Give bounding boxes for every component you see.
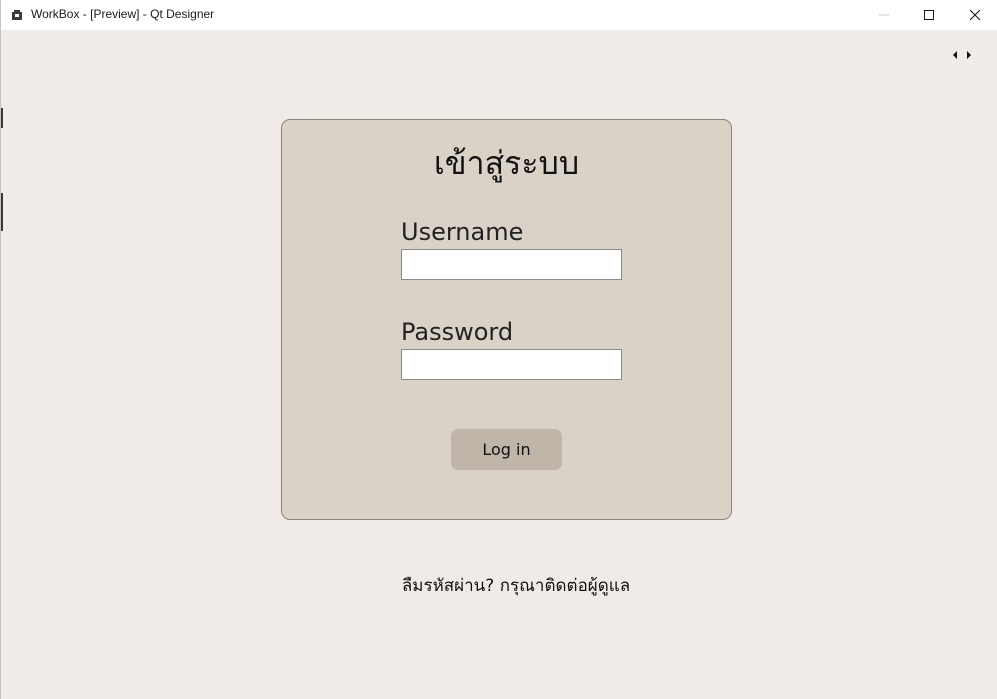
title-bar[interactable]: WorkBox - [Preview] - Qt Designer: [1, 0, 997, 30]
scroll-arrows[interactable]: [951, 50, 975, 62]
window-title: WorkBox - [Preview] - Qt Designer: [31, 7, 215, 21]
login-button[interactable]: Log in: [451, 429, 562, 470]
window-edge-marker: [1, 108, 3, 128]
minimize-button[interactable]: [861, 0, 907, 30]
minimize-icon: [879, 14, 889, 16]
forgot-password-text: ลืมรหัสผ่าน? กรุณาติดต่อผู้ดูแล: [401, 576, 631, 596]
close-icon: [969, 9, 981, 21]
password-label: Password: [401, 318, 514, 346]
close-button[interactable]: [952, 0, 997, 30]
username-input[interactable]: [401, 249, 622, 280]
maximize-button[interactable]: [906, 0, 952, 30]
arrow-left-icon[interactable]: [951, 50, 959, 60]
qt-designer-icon: [11, 8, 23, 20]
window-edge-marker: [1, 193, 3, 231]
designer-preview-window: WorkBox - [Preview] - Qt Designer เข้าสู…: [0, 0, 997, 699]
maximize-icon: [924, 10, 934, 20]
login-card: เข้าสู่ระบบ Username Password Log in: [281, 119, 732, 520]
password-input[interactable]: [401, 349, 622, 380]
username-label: Username: [401, 218, 524, 246]
login-title: เข้าสู่ระบบ: [433, 144, 580, 182]
arrow-right-icon[interactable]: [965, 50, 973, 60]
